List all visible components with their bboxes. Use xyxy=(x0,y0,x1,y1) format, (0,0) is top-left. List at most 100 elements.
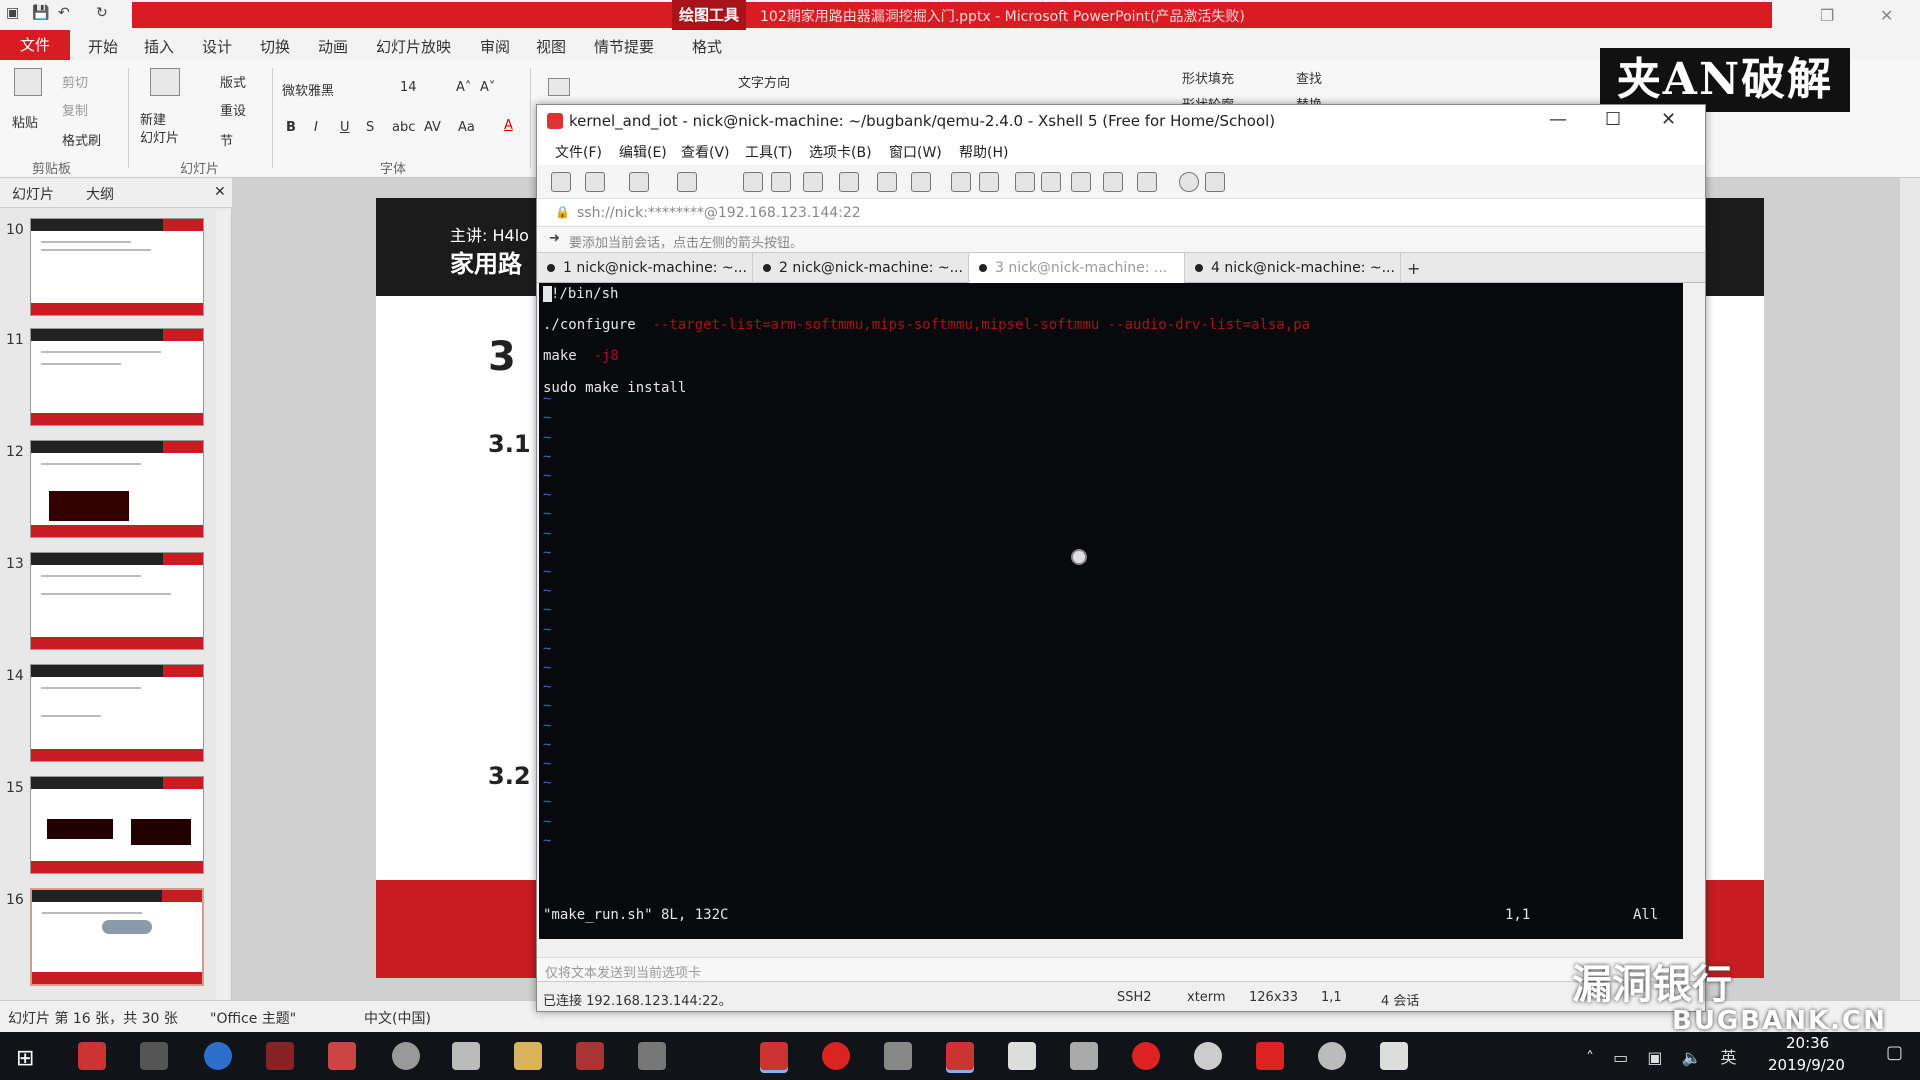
restore-icon[interactable]: ❐ xyxy=(1820,6,1834,25)
clock-time[interactable]: 20:36 xyxy=(1786,1034,1829,1052)
session-tab-4[interactable]: 4 nick@nick-machine: ~... xyxy=(1185,253,1401,283)
menu-help[interactable]: 帮助(H) xyxy=(959,142,1008,162)
slide-thumbnail-active[interactable]: 16 xyxy=(0,888,232,996)
ie-icon[interactable] xyxy=(204,1042,232,1070)
reconnect-icon[interactable] xyxy=(677,172,697,192)
app-icon[interactable] xyxy=(638,1042,666,1070)
find-icon[interactable] xyxy=(771,172,791,192)
session-tab-3[interactable]: 3 nick@nick-machine: ... xyxy=(969,253,1185,283)
char-spacing-icon[interactable]: AV xyxy=(424,120,441,135)
lock-icon[interactable] xyxy=(1041,172,1061,192)
print-icon[interactable] xyxy=(803,172,823,192)
maximize-icon[interactable]: ☐ xyxy=(1605,109,1621,130)
bullets-icon[interactable] xyxy=(548,78,570,96)
font-size-select[interactable]: 14 xyxy=(400,80,417,95)
app-icon[interactable] xyxy=(1256,1042,1284,1070)
netease-music-icon[interactable] xyxy=(1132,1042,1160,1070)
underline-icon[interactable]: U xyxy=(340,120,350,135)
section-button[interactable]: 节 xyxy=(220,130,233,149)
session-tab-2[interactable]: 2 nick@nick-machine: ~... xyxy=(753,253,969,283)
help-icon[interactable] xyxy=(1179,172,1199,192)
app-icon[interactable] xyxy=(452,1042,480,1070)
session-tab-1[interactable]: 1 nick@nick-machine: ~... xyxy=(537,253,753,283)
slide-thumbnail[interactable]: 14 xyxy=(0,664,232,772)
compose-bar[interactable]: 仅将文本发送到当前选项卡 xyxy=(537,957,1705,981)
tab-home[interactable]: 开始 xyxy=(88,36,118,57)
copy-icon[interactable] xyxy=(743,172,763,192)
volume-icon[interactable]: 🔈 xyxy=(1682,1048,1702,1067)
tab-format[interactable]: 格式 xyxy=(692,36,722,57)
clock-date[interactable]: 2019/9/20 xyxy=(1768,1056,1845,1074)
globe-icon[interactable] xyxy=(877,172,897,192)
menu-tabs[interactable]: 选项卡(B) xyxy=(809,142,872,162)
new-slide-icon[interactable] xyxy=(150,68,180,96)
app-icon[interactable] xyxy=(1008,1042,1036,1070)
copy-button[interactable]: 复制 xyxy=(62,100,88,119)
tab-animations[interactable]: 动画 xyxy=(318,36,348,57)
menu-tools[interactable]: 工具(T) xyxy=(745,142,792,162)
paste-icon[interactable] xyxy=(14,68,42,96)
app-icon[interactable] xyxy=(1070,1042,1098,1070)
close-panel-icon[interactable]: ✕ xyxy=(214,184,226,200)
menu-view[interactable]: 查看(V) xyxy=(681,142,730,162)
minimize-icon[interactable]: — xyxy=(1549,109,1567,130)
app-icon[interactable] xyxy=(78,1042,106,1070)
bold-icon[interactable]: B xyxy=(286,120,296,135)
tab-file[interactable]: 文件 xyxy=(0,30,70,60)
context-tool-label[interactable]: 绘图工具 xyxy=(672,0,746,30)
terminal-scrollbar[interactable] xyxy=(1683,283,1703,939)
terminal[interactable]: !/bin/sh ./configure --target-list=arm-so… xyxy=(539,283,1683,939)
xmanager-icon[interactable] xyxy=(979,172,999,192)
tab-storyboard[interactable]: 情节提要 xyxy=(594,36,654,57)
app-icon[interactable] xyxy=(822,1042,850,1070)
close-icon[interactable]: ✕ xyxy=(1661,109,1676,130)
italic-icon[interactable]: I xyxy=(314,120,318,135)
ime-indicator[interactable]: 英 xyxy=(1721,1048,1737,1067)
panel-scrollbar[interactable] xyxy=(216,210,230,1000)
xshell-taskbar-icon[interactable] xyxy=(760,1042,788,1070)
cut-button[interactable]: 剪切 xyxy=(62,72,88,91)
tab-slides[interactable]: 幻灯片 xyxy=(12,184,54,204)
keyboard-icon[interactable] xyxy=(1071,172,1091,192)
app-icon[interactable] xyxy=(140,1042,168,1070)
redo-icon[interactable]: ↻ xyxy=(96,5,108,21)
slide-thumbnail[interactable]: 11 xyxy=(0,328,232,436)
tab-outline[interactable]: 大纲 xyxy=(86,184,114,204)
chrome-icon[interactable] xyxy=(392,1042,420,1070)
tab-transitions[interactable]: 切换 xyxy=(260,36,290,57)
menu-edit[interactable]: 编辑(E) xyxy=(619,142,667,162)
app-icon[interactable] xyxy=(884,1042,912,1070)
menu-window[interactable]: 窗口(W) xyxy=(889,142,942,162)
notification-icon[interactable]: ▢ xyxy=(1886,1042,1903,1063)
tab-insert[interactable]: 插入 xyxy=(144,36,174,57)
app-icon[interactable] xyxy=(576,1042,604,1070)
folder-icon[interactable] xyxy=(514,1042,542,1070)
network-icon[interactable]: ▣ xyxy=(1647,1048,1662,1067)
format-painter-button[interactable]: 格式刷 xyxy=(62,130,101,149)
new-session-icon[interactable] xyxy=(551,172,571,192)
shrink-font-icon[interactable]: A˅ xyxy=(480,80,495,95)
font-color-icon[interactable]: A xyxy=(504,118,513,133)
tab-view[interactable]: 视图 xyxy=(536,36,566,57)
text-direction-button[interactable]: 文字方向 xyxy=(738,72,790,91)
windows-start-icon[interactable]: ⊞ xyxy=(16,1046,34,1071)
strikethrough-icon[interactable]: abc xyxy=(392,120,415,135)
add-tab-plus-icon[interactable]: + xyxy=(1407,259,1420,278)
tab-review[interactable]: 审阅 xyxy=(480,36,510,57)
app-icon[interactable] xyxy=(1318,1042,1346,1070)
powerpoint-app-icon[interactable]: ▣ xyxy=(6,5,19,21)
word-icon[interactable] xyxy=(1380,1042,1408,1070)
system-tray[interactable]: ˄ ▭ ▣ 🔈 英 xyxy=(1586,1044,1737,1068)
paste-button[interactable]: 粘贴 xyxy=(12,112,38,131)
menu-file[interactable]: 文件(F) xyxy=(555,142,602,162)
canvas-scrollbar[interactable] xyxy=(1900,178,1920,1000)
find-button[interactable]: 查找 xyxy=(1296,68,1322,87)
add-tab-icon[interactable] xyxy=(1103,172,1123,192)
connect-icon[interactable] xyxy=(629,172,649,192)
tab-slideshow[interactable]: 幻灯片放映 xyxy=(376,36,451,57)
font-icon[interactable] xyxy=(911,172,931,192)
battery-icon[interactable]: ▭ xyxy=(1613,1048,1628,1067)
grow-font-icon[interactable]: A˄ xyxy=(456,80,471,95)
app-icon[interactable] xyxy=(1194,1042,1222,1070)
shape-fill-button[interactable]: 形状填充 xyxy=(1182,68,1234,87)
